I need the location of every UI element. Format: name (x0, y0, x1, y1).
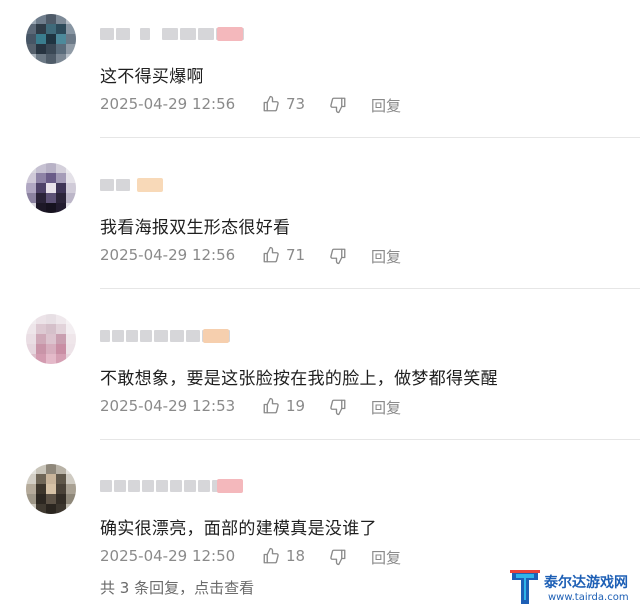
watermark-url: www.tairda.com (548, 592, 629, 603)
thumbs-up-icon[interactable] (262, 246, 280, 264)
username[interactable] (100, 178, 130, 192)
comment-time: 2025-04-29 12:53 (100, 397, 236, 415)
comment-time: 2025-04-29 12:56 (100, 95, 236, 113)
like-count: 71 (286, 246, 306, 264)
reply-button[interactable]: 回复 (371, 397, 401, 418)
reply-button[interactable]: 回复 (371, 95, 401, 116)
thumbs-down-icon[interactable] (329, 548, 347, 566)
like-count: 73 (286, 95, 306, 113)
avatar[interactable] (26, 464, 76, 514)
comment-section: 这不得买爆啊 2025-04-29 12:56 73 回复 我看海报双生形态很好… (0, 0, 640, 610)
like-count: 18 (286, 547, 306, 565)
comment-text: 这不得买爆啊 (100, 67, 204, 87)
comment-text: 确实很漂亮，面部的建模真是没谁了 (100, 519, 377, 539)
thumbs-down-icon[interactable] (329, 96, 347, 114)
comment-time: 2025-04-29 12:50 (100, 547, 236, 565)
tairda-logo-icon (510, 570, 540, 604)
user-badge (203, 329, 229, 343)
divider (100, 439, 640, 440)
thumbs-down-icon[interactable] (329, 398, 347, 416)
reply-button[interactable]: 回复 (371, 246, 401, 267)
username[interactable] (100, 479, 224, 493)
thumbs-up-icon[interactable] (262, 397, 280, 415)
view-more-replies-link[interactable]: 共 3 条回复，点击查看 (100, 577, 254, 598)
like-count: 19 (286, 397, 306, 415)
reply-button[interactable]: 回复 (371, 547, 401, 568)
thumbs-up-icon[interactable] (262, 547, 280, 565)
thumbs-down-icon[interactable] (329, 247, 347, 265)
comment-time: 2025-04-29 12:56 (100, 246, 236, 264)
comment-text: 我看海报双生形态很好看 (100, 218, 291, 238)
avatar[interactable] (26, 314, 76, 364)
avatar[interactable] (26, 163, 76, 213)
user-badge (217, 27, 243, 41)
divider (100, 137, 640, 138)
divider (100, 288, 640, 289)
avatar[interactable] (26, 14, 76, 64)
thumbs-up-icon[interactable] (262, 95, 280, 113)
user-badge (137, 178, 163, 192)
watermark-logo: 泰尔达游戏网 www.tairda.com (508, 566, 640, 610)
watermark-name: 泰尔达游戏网 (544, 575, 628, 591)
user-badge (217, 479, 243, 493)
comment-text: 不敢想象，要是这张脸按在我的脸上，做梦都得笑醒 (100, 369, 498, 389)
